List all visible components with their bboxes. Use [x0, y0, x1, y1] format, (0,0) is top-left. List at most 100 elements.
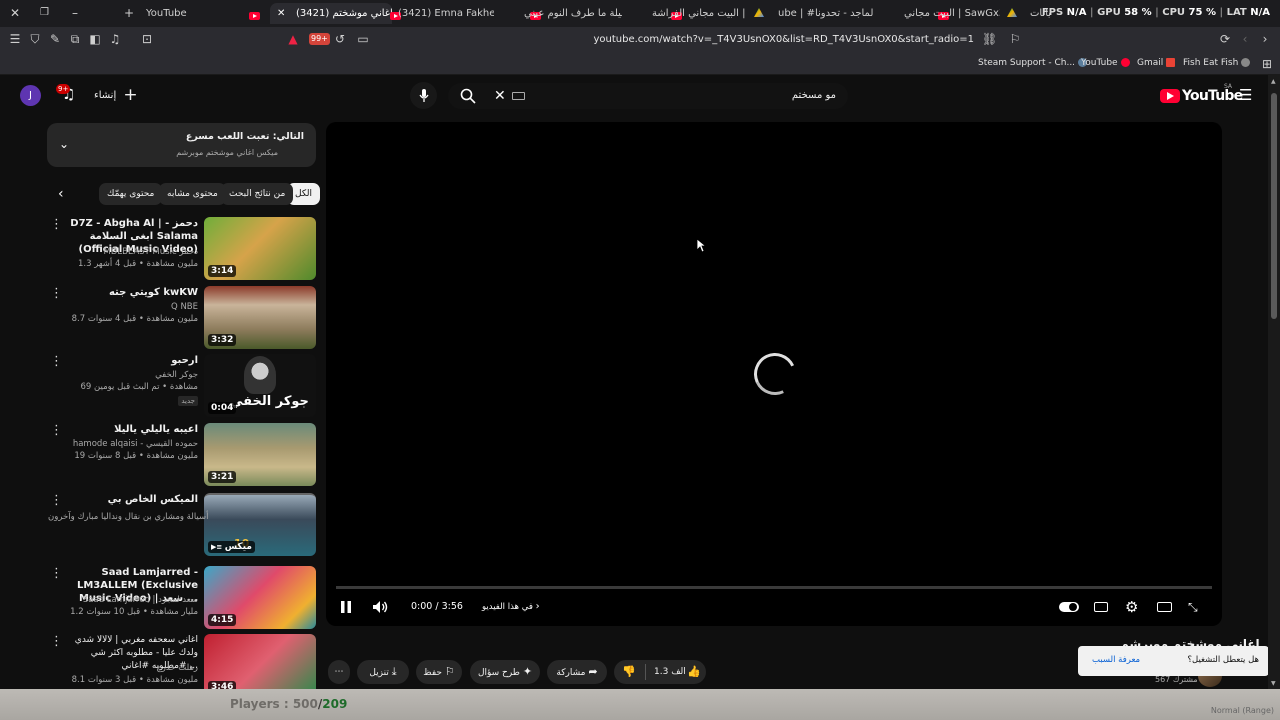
- progress-bar[interactable]: [336, 586, 1212, 589]
- tab-emna-fakher[interactable]: (3421) Emna Fakher - Asia: [398, 3, 494, 24]
- download-button[interactable]: تنزيل ⤓: [357, 660, 409, 684]
- restore-window-icon[interactable]: ❐: [40, 6, 49, 20]
- tab-rashed[interactable]: ube | #راشد_الماجد - تحدونا: [778, 3, 874, 24]
- channel-name[interactable]: زهلت خدرج: [60, 663, 198, 674]
- chips-scroll-left-icon[interactable]: ‹: [58, 185, 64, 203]
- more-options-icon[interactable]: ⋮: [50, 287, 63, 300]
- channel-name[interactable]: جوكر الخفي: [60, 370, 198, 381]
- theater-mode-button[interactable]: [1157, 596, 1172, 618]
- list-item[interactable]: 3:14 D7Z - Abgha Al | دحمز - ابغى السلام…: [46, 217, 316, 281]
- tab-sheila[interactable]: شيلة ما طرف النوم عيني -: [524, 3, 622, 24]
- guide-menu-icon[interactable]: ☰: [1239, 86, 1252, 104]
- apps-icon[interactable]: ⧉: [68, 32, 82, 46]
- tab-active[interactable]: ✕ (3421) اغاني موشختم: [270, 3, 392, 24]
- list-item[interactable]: 3:32 كويتي جته kwKW Q NBE 8.7 مليون مشاه…: [46, 286, 316, 350]
- voice-search-button[interactable]: [410, 82, 437, 109]
- dislike-icon[interactable]: 👎: [622, 660, 636, 684]
- ask-button[interactable]: طرح سؤال ✦: [470, 660, 540, 684]
- bookmark-fish[interactable]: Fish Eat Fish: [1183, 57, 1251, 70]
- settings-button[interactable]: ⚙: [1125, 596, 1138, 618]
- more-options-icon[interactable]: ⋮: [50, 494, 63, 507]
- list-item[interactable]: جوكر الخفي 0:04 ارحبو جوكر الخفي 69 مشاه…: [46, 354, 316, 418]
- list-item[interactable]: 10 ▶≡ ميكس الميكس الخاص بي أسيالة ومشاري…: [46, 493, 316, 557]
- list-item[interactable]: 4:15 Saad Lamjarred - LM3ALLEM (Exclusiv…: [46, 566, 316, 630]
- more-actions-button[interactable]: ⋯: [328, 660, 350, 684]
- pause-button[interactable]: [340, 596, 352, 618]
- learn-why-link[interactable]: معرفة السبب: [1092, 655, 1140, 665]
- list-item[interactable]: 3:21 اعيبه ياليلي ياليلا hamode alqaisi …: [46, 423, 316, 487]
- like-icon[interactable]: 👍: [687, 660, 701, 684]
- forward-icon[interactable]: ›: [1258, 32, 1272, 46]
- channel-name[interactable]: Q NBE: [60, 302, 198, 313]
- refresh-icon[interactable]: ⟳: [1218, 32, 1232, 46]
- bookmark-youtube[interactable]: YouTube: [1081, 57, 1130, 70]
- channel-name[interactable]: Saad Lamjarred | سعد لمجرد: [60, 595, 198, 606]
- more-options-icon[interactable]: ⋮: [50, 424, 63, 437]
- extensions-icon[interactable]: ⊞: [1260, 57, 1274, 71]
- video-title[interactable]: ارحبو: [60, 354, 198, 367]
- search-icon[interactable]: [460, 88, 476, 104]
- avatar[interactable]: J: [20, 85, 41, 106]
- save-button[interactable]: حفظ ⚐: [416, 660, 462, 684]
- scrollbar-thumb[interactable]: [1271, 93, 1277, 319]
- menu-icon[interactable]: ☰: [8, 32, 22, 46]
- up-next-card[interactable]: ⌄ التالي: تعبت اللعب مسرع ميكس اغاني موش…: [47, 123, 316, 167]
- subtitles-button[interactable]: [1094, 596, 1108, 618]
- video-thumbnail[interactable]: 4:15: [204, 566, 316, 629]
- list-item[interactable]: 3:46 اغاني سعحفه مغربي | لالالا شدي ولدك…: [46, 634, 316, 689]
- like-count: 1.3 الف: [654, 667, 686, 677]
- fullscreen-button[interactable]: ⤡: [1188, 596, 1198, 618]
- pen-icon[interactable]: ✎: [48, 32, 62, 46]
- clear-search-icon[interactable]: ✕: [494, 87, 506, 105]
- link-icon[interactable]: ⛓: [982, 32, 997, 46]
- chapter-button[interactable]: في هذا الفيديو ›: [482, 596, 540, 618]
- music-icon[interactable]: ♫: [108, 32, 122, 46]
- new-tab-icon[interactable]: +: [124, 6, 134, 20]
- sidebar-icon[interactable]: ◧: [88, 32, 102, 46]
- create-button[interactable]: إنشاء +: [94, 84, 138, 106]
- video-thumbnail[interactable]: 3:14: [204, 217, 316, 280]
- tab-youtube[interactable]: YouTube: [146, 3, 246, 24]
- more-options-icon[interactable]: ⋮: [50, 567, 63, 580]
- video-thumbnail[interactable]: جوكر الخفي 0:04: [204, 354, 316, 417]
- search-input[interactable]: مو مسختم: [792, 83, 836, 109]
- more-options-icon[interactable]: ⋮: [50, 218, 63, 231]
- close-window-icon[interactable]: ✕: [10, 6, 20, 20]
- video-thumbnail[interactable]: 3:32: [204, 286, 316, 349]
- chevron-down-icon[interactable]: ⌄: [59, 137, 69, 151]
- minimize-window-icon[interactable]: –: [72, 6, 78, 20]
- tab-sawgx3[interactable]: البيت مجاني | SawGx3 الف: [904, 3, 1000, 24]
- share-button[interactable]: مشاركة ➦: [547, 660, 607, 684]
- address-bar[interactable]: youtube.com/watch?v=_T4V3UsnOX0&list=RD_…: [280, 30, 1000, 50]
- scroll-down-icon[interactable]: ▼: [1271, 680, 1276, 687]
- more-options-icon[interactable]: ⋮: [50, 355, 63, 368]
- browser-tab-bar: ✕ ❐ – + YouTube ✕ (3421) اغاني موشختم (3…: [0, 0, 1280, 27]
- page-scrollbar[interactable]: ▲ ▼: [1268, 75, 1280, 689]
- volume-button[interactable]: [372, 596, 389, 618]
- video-title[interactable]: الميكس الخاص بي: [60, 493, 198, 506]
- video-title[interactable]: كويتي جته kwKW: [60, 286, 198, 299]
- shield-icon[interactable]: ⛉: [28, 32, 42, 46]
- scroll-up-icon[interactable]: ▲: [1271, 78, 1276, 85]
- chip-from-search[interactable]: من نتائج البحث: [221, 183, 294, 205]
- screenshot-icon[interactable]: ⊡: [140, 32, 154, 46]
- chip-recommended[interactable]: محتوى يهمّك: [99, 183, 163, 205]
- video-title[interactable]: اعيبه ياليلي ياليلا: [60, 423, 198, 436]
- search-box[interactable]: ✕ مو مسختم: [448, 83, 848, 109]
- bookmark-gmail[interactable]: Gmail: [1137, 57, 1176, 70]
- chip-related[interactable]: محتوى مشابه: [159, 183, 226, 205]
- tab-gx3[interactable]: البيت مجاني الفراشة | Gx3: [652, 3, 748, 24]
- players-counter: Players : 500/209: [230, 697, 348, 711]
- video-player[interactable]: 0:00 / 3:56 في هذا الفيديو › ⚙ ⤡: [326, 122, 1222, 626]
- back-icon[interactable]: ‹: [1238, 32, 1252, 46]
- video-thumbnail[interactable]: 3:46: [204, 634, 316, 689]
- bookmark-steam[interactable]: Steam Support - Ch...: [978, 57, 1088, 70]
- channel-name[interactable]: MDLBEAST Music دحمز: [60, 247, 198, 258]
- channel-name[interactable]: hamode alqaisi - حموده القيسي: [60, 439, 198, 450]
- bookmark-icon[interactable]: ⚐: [1008, 32, 1022, 46]
- keyboard-icon[interactable]: [512, 92, 525, 100]
- video-thumbnail[interactable]: 10 ▶≡ ميكس: [204, 493, 316, 556]
- more-options-icon[interactable]: ⋮: [50, 635, 63, 648]
- close-tab-icon[interactable]: ✕: [277, 3, 285, 24]
- video-thumbnail[interactable]: 3:21: [204, 423, 316, 486]
